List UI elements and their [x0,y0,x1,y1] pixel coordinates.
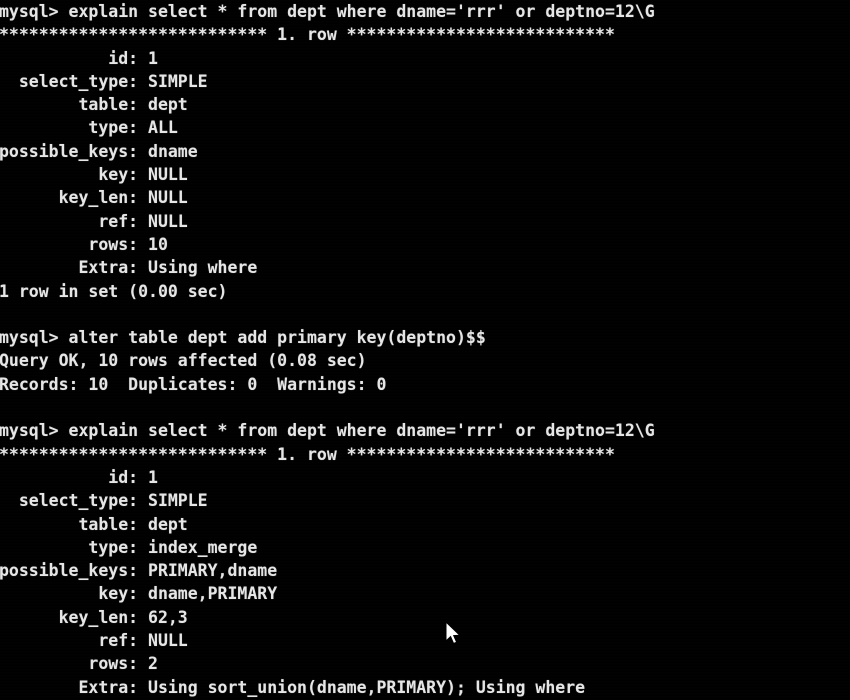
terminal-line: Extra: Using sort_union(dname,PRIMARY); … [0,677,586,697]
terminal-line: table: dept [0,95,188,115]
terminal-line: mysql> alter table dept add primary key(… [0,328,486,348]
terminal-line: id: 1 [0,467,158,487]
terminal-line: key: dname,PRIMARY [0,584,278,604]
terminal-line: select_type: SIMPLE [0,71,208,91]
terminal-line: *************************** 1. row *****… [0,444,615,464]
terminal-line: key_len: NULL [0,188,188,208]
terminal-line: id: 1 [0,48,158,68]
terminal-line: mysql> explain select * from dept where … [0,2,655,21]
terminal-line: possible_keys: dname [0,141,198,161]
terminal-line: table: dept [0,514,188,534]
terminal-line: Query OK, 10 rows affected (0.08 sec) [0,351,367,371]
terminal-window[interactable]: mysql> explain select * from dept where … [0,0,850,700]
terminal-line: key: NULL [0,165,188,185]
terminal-line: type: ALL [0,118,178,138]
terminal-output[interactable]: mysql> explain select * from dept where … [0,0,850,700]
terminal-line: *************************** 1. row *****… [0,25,615,45]
terminal-line: ref: NULL [0,631,188,651]
terminal-line: 1 row in set (0.00 sec) [0,281,228,301]
terminal-line: ref: NULL [0,211,188,231]
terminal-line: rows: 2 [0,654,158,674]
terminal-line: mysql> explain select * from dept where … [0,421,655,441]
terminal-line: Extra: Using where [0,258,258,278]
terminal-line: type: index_merge [0,537,258,557]
terminal-line: rows: 10 [0,234,168,254]
terminal-line: Records: 10 Duplicates: 0 Warnings: 0 [0,374,387,394]
terminal-line: possible_keys: PRIMARY,dname [0,561,278,581]
terminal-line: select_type: SIMPLE [0,491,208,511]
terminal-line: key_len: 62,3 [0,607,188,627]
